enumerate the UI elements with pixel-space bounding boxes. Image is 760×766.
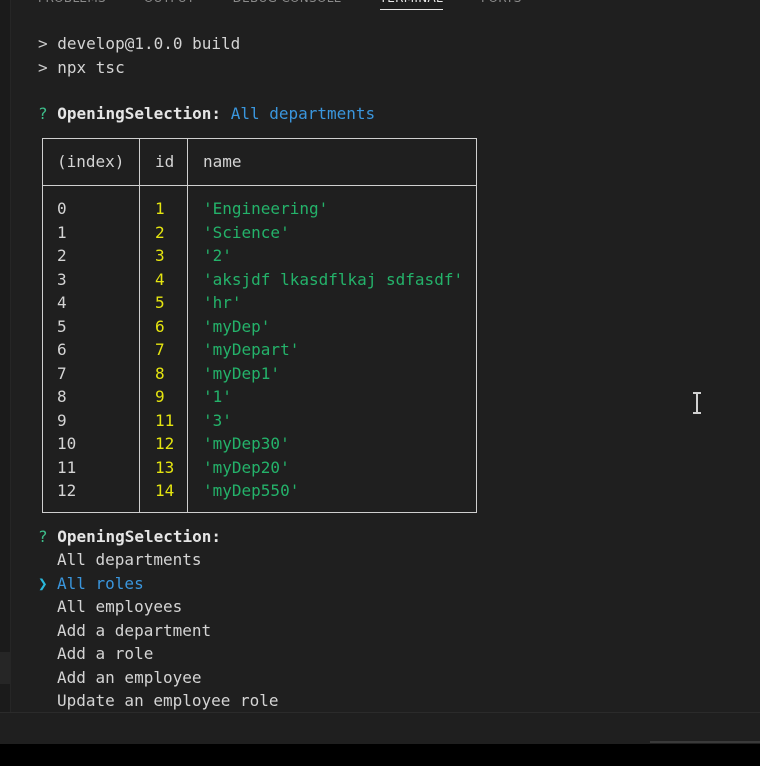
header-name: name [203, 152, 242, 171]
question-mark-icon: ? [38, 104, 48, 123]
script-line-tsc: > npx tsc [38, 57, 125, 79]
table-cell-name: 'myDep550' [203, 481, 300, 500]
table-cell-id: 13 [155, 457, 175, 477]
gutter-marker [0, 652, 10, 684]
tab-ports[interactable]: PORTS [481, 0, 522, 10]
panel-bottom-strip [0, 712, 760, 743]
text-cursor-icon [693, 392, 701, 414]
window-bottom-bar [0, 744, 760, 766]
menu-option[interactable]: All employees [38, 596, 182, 618]
question-mark-icon: ? [38, 527, 48, 546]
script-line-build: > develop@1.0.0 build [38, 33, 240, 55]
scroll-indicator [650, 741, 760, 743]
menu-option-label: Add an employee [57, 667, 202, 687]
menu-option-label: All employees [57, 597, 183, 616]
menu-option-label: Add a role [57, 644, 154, 663]
table-cell-index: 11 [57, 457, 77, 477]
table-cell-name: 'myDep' [203, 316, 271, 336]
table-cell-id: 1 [155, 199, 165, 218]
table-divider [139, 139, 140, 512]
prompt-label: OpeningSelection: [57, 527, 222, 546]
side-gutter [0, 0, 11, 712]
prompt-active: ? OpeningSelection: [38, 526, 221, 548]
departments-table: (index) id name 0 1 'Engineering' 1 2 'Scienc… [42, 138, 477, 513]
table-cell-id: 5 [155, 293, 165, 312]
menu-option[interactable]: Update an employee role [38, 690, 279, 712]
table-cell-id: 12 [155, 434, 175, 453]
table-cell-index: 3 [57, 269, 67, 289]
table-cell-name: 'myDepart' [203, 340, 300, 359]
table-cell-index: 2 [57, 246, 67, 265]
table-cell-name: 'hr' [203, 293, 242, 312]
table-divider [187, 139, 188, 512]
table-cell-id: 2 [155, 222, 165, 242]
tab-terminal[interactable]: TERMINAL [379, 0, 444, 10]
table-cell-id: 3 [155, 246, 165, 265]
chevron-right-icon: > [38, 58, 58, 77]
table-cell-name: '2' [203, 246, 232, 265]
chevron-right-icon: ❯ [38, 573, 48, 593]
prompt-answer: All departments [230, 104, 376, 123]
table-cell-name: '1' [203, 387, 232, 406]
table-cell-index: 5 [57, 316, 67, 336]
table-cell-index: 8 [57, 387, 67, 406]
menu-option-label: Update an employee role [57, 691, 279, 710]
table-cell-name: 'myDep20' [203, 457, 290, 477]
header-id: id [155, 152, 175, 171]
table-cell-index: 6 [57, 340, 67, 359]
table-cell-name: 'Science' [203, 222, 290, 242]
table-header-divider [43, 185, 476, 186]
table-cell-id: 11 [155, 410, 175, 430]
table-cell-index: 4 [57, 293, 67, 312]
prompt-answered: ? OpeningSelection: All departments [38, 103, 375, 125]
menu-option-label: Add a department [57, 620, 212, 640]
tab-problems[interactable]: PROBLEMS [38, 0, 106, 10]
table-cell-id: 8 [155, 363, 165, 383]
table-cell-id: 7 [155, 340, 165, 359]
table-cell-id: 9 [155, 387, 165, 406]
tab-output[interactable]: OUTPUT [144, 0, 195, 10]
chevron-right-icon: > [38, 34, 58, 53]
panel-tabs: PROBLEMS OUTPUT DEBUG CONSOLE TERMINAL P… [38, 0, 560, 10]
table-cell-name: 'aksjdf lkasdflkaj sdfasdf' [203, 269, 464, 289]
menu-option-label: All roles [57, 573, 144, 593]
tab-debug-console[interactable]: DEBUG CONSOLE [233, 0, 342, 10]
header-index: (index) [57, 152, 125, 171]
menu-option[interactable]: Add an employee [38, 667, 202, 689]
table-cell-name: 'Engineering' [203, 199, 329, 218]
table-cell-index: 7 [57, 363, 67, 383]
terminal-window: PROBLEMS OUTPUT DEBUG CONSOLE TERMINAL P… [0, 0, 760, 766]
table-cell-index: 12 [57, 481, 77, 500]
menu-option[interactable]: All departments [38, 549, 202, 571]
script-text: develop@1.0.0 build [57, 34, 241, 53]
table-cell-index: 9 [57, 410, 67, 430]
table-cell-index: 0 [57, 199, 67, 218]
table-cell-id: 4 [155, 269, 165, 289]
table-cell-index: 10 [57, 434, 77, 453]
table-cell-name: 'myDep1' [203, 363, 281, 383]
table-cell-id: 6 [155, 316, 165, 336]
menu-option[interactable]: Add a role [38, 643, 153, 665]
menu-option[interactable]: Add a department [38, 620, 211, 642]
table-cell-name: '3' [203, 410, 232, 430]
table-cell-name: 'myDep30' [203, 434, 290, 453]
menu-option[interactable]: ❯ All roles [38, 573, 144, 595]
table-cell-id: 14 [155, 481, 175, 500]
script-text: npx tsc [57, 58, 125, 77]
menu-option-label: All departments [57, 550, 202, 569]
prompt-label: OpeningSelection: [57, 104, 222, 123]
table-cell-index: 1 [57, 222, 67, 242]
